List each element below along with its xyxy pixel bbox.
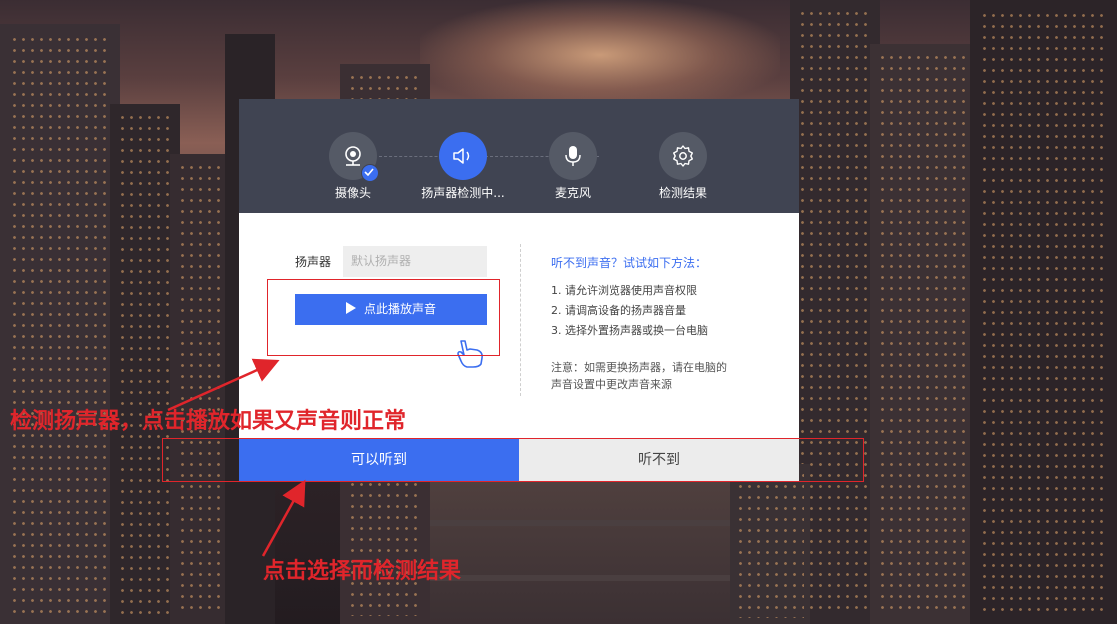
annotation-text-bottom: 点击选择而检测结果	[263, 558, 462, 584]
annotation-text-top: 检测扬声器，点击播放如果又声音则正常	[10, 408, 407, 434]
annotation-arrows	[167, 358, 306, 557]
